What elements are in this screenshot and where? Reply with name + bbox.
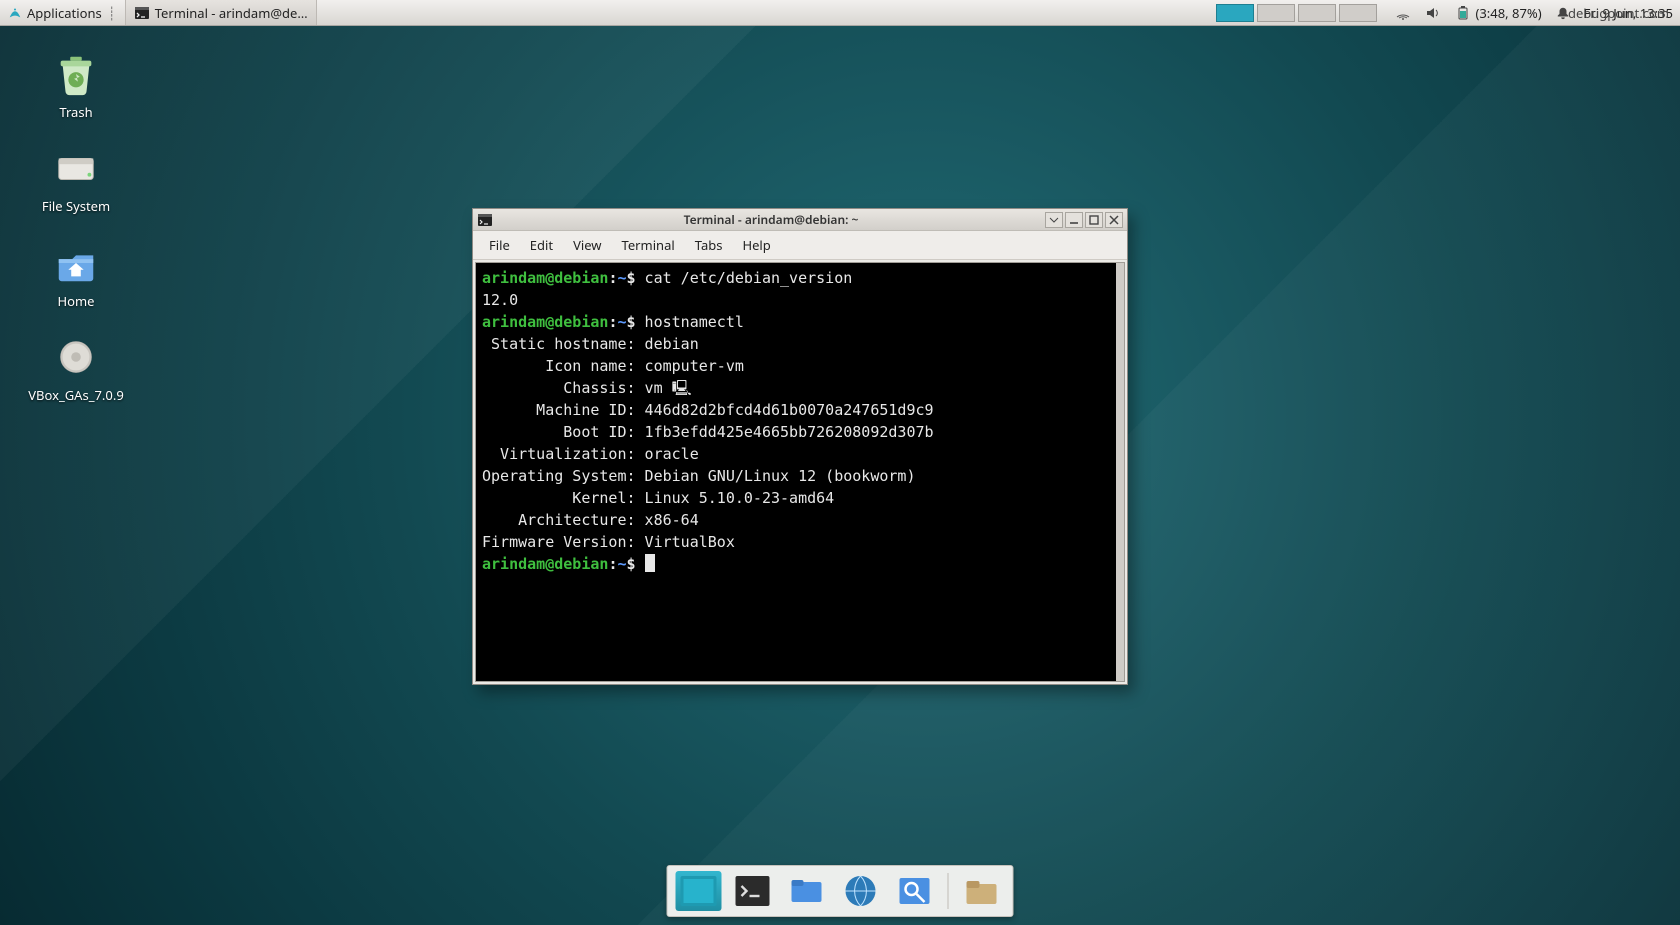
terminal-body[interactable]: arindam@debian:~$ cat /etc/debian_versio… (475, 262, 1125, 682)
menu-divider-icon: ┊ (107, 4, 117, 22)
battery-icon (1455, 5, 1471, 21)
close-icon (1109, 215, 1119, 225)
web-browser-icon (844, 874, 878, 908)
home-icon (52, 239, 100, 287)
desktop-icon-label: VBox_GAs_7.0.9 (26, 387, 126, 403)
home-folder-icon (965, 876, 999, 906)
menu-terminal[interactable]: Terminal (612, 233, 685, 257)
watermark: debugpoint.com (1561, 4, 1676, 22)
top-panel: Applications ┊ Terminal - arindam@de… (0, 0, 1680, 26)
dock-item-file-manager[interactable] (784, 871, 830, 911)
desktop-icon-home[interactable]: Home (26, 239, 126, 309)
trash-icon (52, 50, 100, 98)
battery-indicator[interactable]: (3:48, 87%) (1448, 4, 1548, 22)
dock-item-web-browser[interactable] (838, 871, 884, 911)
dock-separator (948, 873, 949, 909)
desktop-icon-label: Trash (26, 104, 126, 120)
chevron-down-icon (1049, 215, 1059, 225)
terminal-window: Terminal - arindam@debian: ~ FileEditVie… (472, 208, 1128, 685)
vbox-ga-icon (52, 333, 100, 381)
applications-menu-label: Applications (27, 4, 102, 22)
window-minimize-button[interactable] (1065, 212, 1083, 228)
workspace-4[interactable] (1339, 4, 1377, 22)
applications-menu[interactable]: Applications ┊ (0, 0, 126, 25)
workspace-2[interactable] (1257, 4, 1295, 22)
maximize-icon (1089, 215, 1099, 225)
window-keep-above-button[interactable] (1045, 212, 1063, 228)
terminal-icon (477, 212, 493, 228)
menu-help[interactable]: Help (732, 233, 780, 257)
xfce-logo-icon (8, 6, 22, 20)
minimize-icon (1069, 215, 1079, 225)
desktop-icon-label: File System (26, 198, 126, 214)
window-titlebar[interactable]: Terminal - arindam@debian: ~ (473, 209, 1127, 231)
terminal-icon (134, 5, 150, 21)
taskbar-item-label: Terminal - arindam@de… (155, 4, 308, 22)
app-finder-icon (898, 876, 932, 906)
dock-item-app-finder[interactable] (892, 871, 938, 911)
desktop-icon-label: Home (26, 293, 126, 309)
filesystem-icon (52, 144, 100, 192)
window-close-button[interactable] (1105, 212, 1123, 228)
menu-view[interactable]: View (563, 233, 611, 257)
terminal-scrollbar[interactable] (1116, 263, 1124, 681)
desktop-icon-filesystem[interactable]: File System (26, 144, 126, 214)
menu-edit[interactable]: Edit (520, 233, 563, 257)
dock-item-show-desktop[interactable] (676, 871, 722, 911)
taskbar-item-terminal[interactable]: Terminal - arindam@de… (126, 0, 317, 25)
workspace-3[interactable] (1298, 4, 1336, 22)
terminal-output: arindam@debian:~$ cat /etc/debian_versio… (482, 267, 1118, 575)
desktop-icon-vbox-ga[interactable]: VBox_GAs_7.0.9 (26, 333, 126, 403)
workspace-1[interactable] (1216, 4, 1254, 22)
show-desktop-icon (681, 876, 717, 906)
terminal-menubar: FileEditViewTerminalTabsHelp (473, 231, 1127, 260)
menu-file[interactable]: File (479, 233, 520, 257)
battery-text: (3:48, 87%) (1475, 4, 1541, 22)
desktop-icon-trash[interactable]: Trash (26, 50, 126, 120)
terminal-icon (736, 876, 770, 906)
volume-indicator[interactable] (1418, 5, 1448, 21)
window-title: Terminal - arindam@debian: ~ (499, 211, 1043, 228)
dock-item-home-folder[interactable] (959, 871, 1005, 911)
file-manager-icon (790, 876, 824, 906)
volume-icon (1425, 5, 1441, 21)
desktop-icons: Trash File System Home VBox_GAs_7.0.9 (26, 50, 126, 427)
window-maximize-button[interactable] (1085, 212, 1103, 228)
dock-item-terminal[interactable] (730, 871, 776, 911)
network-indicator[interactable] (1388, 5, 1418, 21)
menu-tabs[interactable]: Tabs (685, 233, 733, 257)
network-icon (1395, 5, 1411, 21)
watermark-text: debugpoint.com (1568, 4, 1669, 22)
workspace-switcher[interactable] (1210, 0, 1383, 25)
dock (667, 865, 1014, 917)
